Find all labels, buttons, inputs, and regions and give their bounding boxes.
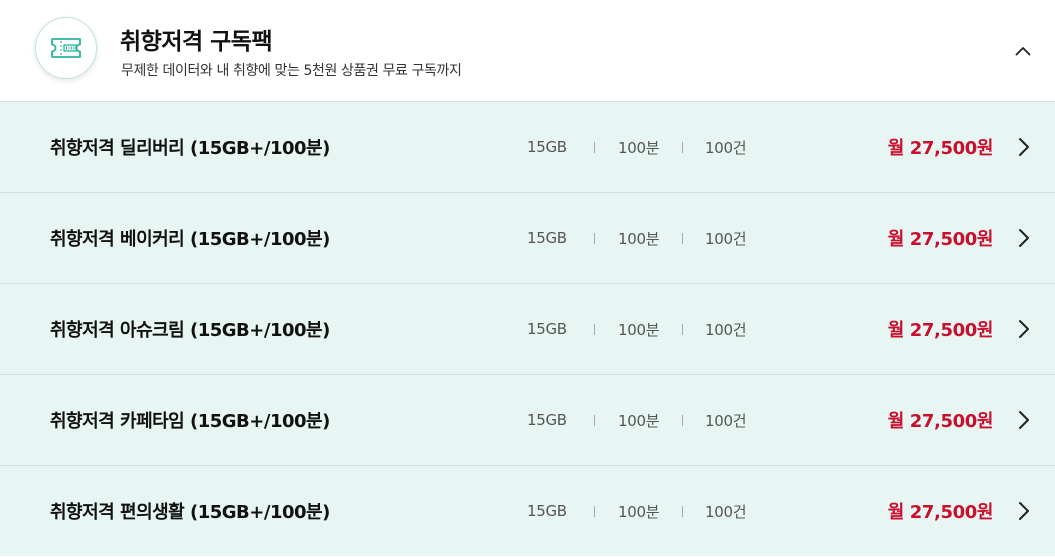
spec-divider	[682, 324, 683, 335]
plan-message-count: 100건	[705, 229, 747, 248]
spec-divider	[594, 506, 595, 517]
plan-name: 취향저격 딜리버리 (15GB+/100분)	[50, 138, 330, 159]
plan-price: 월 27,500원	[887, 320, 994, 341]
chevron-right-icon[interactable]	[1017, 227, 1031, 249]
plan-name: 취향저격 편의생활 (15GB+/100분)	[50, 502, 330, 523]
chevron-right-icon[interactable]	[1017, 500, 1031, 522]
plan-data-amount: 15GB	[527, 138, 567, 156]
plan-price: 월 27,500원	[887, 411, 994, 432]
plan-row[interactable]: 취향저격 아슈크림 (15GB+/100분) 15GB 100분 100건 월 …	[0, 284, 1055, 375]
collapse-button[interactable]	[1008, 36, 1038, 66]
plan-group-subtitle: 무제한 데이터와 내 취향에 맞는 5천원 상품권 무료 구독까지	[121, 63, 462, 79]
spec-divider	[682, 233, 683, 244]
plan-data-amount: 15GB	[527, 502, 567, 520]
plan-row[interactable]: 취향저격 딜리버리 (15GB+/100분) 15GB 100분 100건 월 …	[0, 102, 1055, 193]
chevron-right-icon[interactable]	[1017, 409, 1031, 431]
plan-message-count: 100건	[705, 138, 747, 157]
plan-data-amount: 15GB	[527, 320, 567, 338]
plan-message-count: 100건	[705, 411, 747, 430]
plan-price: 월 27,500원	[887, 138, 994, 159]
spec-divider	[594, 233, 595, 244]
plan-name: 취향저격 베이커리 (15GB+/100분)	[50, 229, 330, 250]
plan-price: 월 27,500원	[887, 229, 994, 250]
plan-row[interactable]: 취향저격 편의생활 (15GB+/100분) 15GB 100분 100건 월 …	[0, 466, 1055, 556]
plan-name: 취향저격 아슈크림 (15GB+/100분)	[50, 320, 330, 341]
chevron-up-icon	[1015, 47, 1031, 56]
plan-group-icon-badge	[35, 17, 97, 79]
plan-group-header: 취향저격 구독팩 무제한 데이터와 내 취향에 맞는 5천원 상품권 무료 구독…	[0, 0, 1055, 102]
plan-voice-minutes: 100분	[618, 411, 660, 430]
plan-voice-minutes: 100분	[618, 502, 660, 521]
plan-message-count: 100건	[705, 320, 747, 339]
plan-group-title: 취향저격 구독팩	[120, 29, 273, 55]
spec-divider	[682, 506, 683, 517]
plan-list: 취향저격 딜리버리 (15GB+/100분) 15GB 100분 100건 월 …	[0, 102, 1055, 556]
chevron-right-icon[interactable]	[1017, 318, 1031, 340]
spec-divider	[682, 142, 683, 153]
plan-data-amount: 15GB	[527, 411, 567, 429]
plan-voice-minutes: 100분	[618, 320, 660, 339]
plan-data-amount: 15GB	[527, 229, 567, 247]
plan-voice-minutes: 100분	[618, 229, 660, 248]
plan-row[interactable]: 취향저격 카페타임 (15GB+/100분) 15GB 100분 100건 월 …	[0, 375, 1055, 466]
plan-price: 월 27,500원	[887, 502, 994, 523]
plan-name: 취향저격 카페타임 (15GB+/100분)	[50, 411, 330, 432]
spec-divider	[594, 142, 595, 153]
spec-divider	[682, 415, 683, 426]
plan-message-count: 100건	[705, 502, 747, 521]
plan-row[interactable]: 취향저격 베이커리 (15GB+/100분) 15GB 100분 100건 월 …	[0, 193, 1055, 284]
spec-divider	[594, 415, 595, 426]
plan-voice-minutes: 100분	[618, 138, 660, 157]
spec-divider	[594, 324, 595, 335]
ticket-icon	[51, 38, 81, 58]
chevron-right-icon[interactable]	[1017, 136, 1031, 158]
